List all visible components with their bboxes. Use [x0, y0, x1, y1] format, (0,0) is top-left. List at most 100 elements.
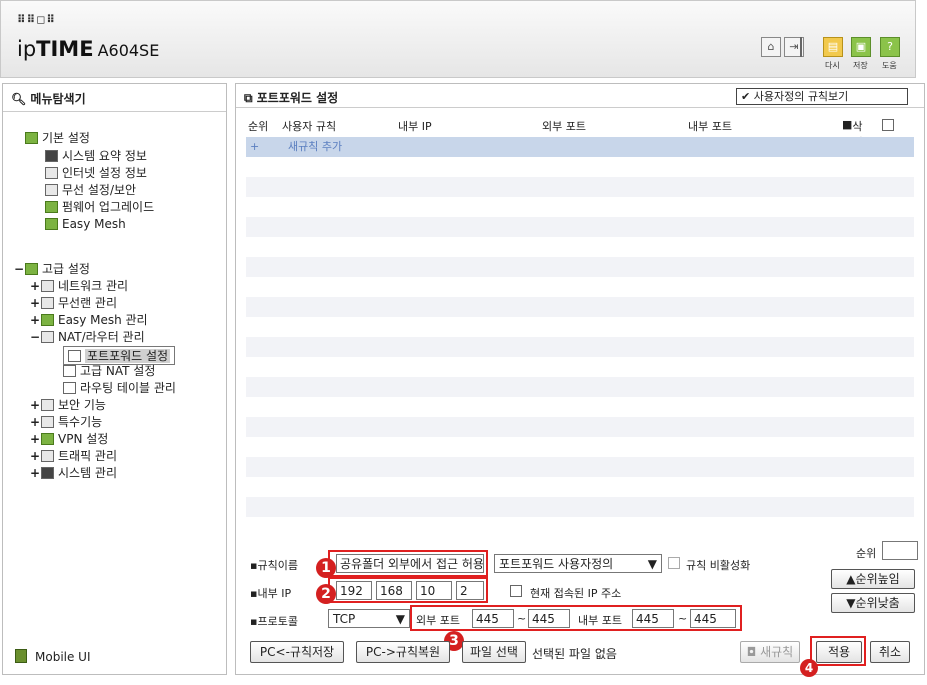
help-icon[interactable]: ? — [880, 37, 900, 57]
folder-icon — [25, 263, 38, 275]
highlight-box-2 — [328, 577, 488, 603]
home-icon[interactable]: ⌂ — [761, 37, 781, 57]
lock-icon — [41, 399, 54, 411]
search-icon: 🔍︎ — [11, 92, 27, 106]
mobile-icon — [15, 649, 27, 663]
delete-all-checkbox[interactable] — [882, 119, 894, 131]
tree-item-wireless[interactable]: 무선 설정/보안 — [45, 182, 136, 198]
rule-type-select[interactable]: 포트포워드 사용자정의 ▼ — [494, 554, 662, 573]
tree-item-wlan[interactable]: + 무선랜 관리 — [29, 295, 117, 311]
tree-item-system-summary[interactable]: 시스템 요약 정보 — [45, 148, 147, 164]
help-label: 도움 — [882, 61, 897, 70]
view-select[interactable]: ✔ 사용자정의 규칙보기 — [736, 88, 908, 105]
tree-item-traffic[interactable]: + 트래픽 관리 — [29, 448, 117, 464]
rule-name-label: ▪규칙이름 — [250, 559, 298, 572]
tree-item-security[interactable]: + 보안 기능 — [29, 397, 106, 413]
col-internal-port: 내부 포트 — [688, 120, 732, 133]
order-input[interactable] — [882, 541, 918, 560]
ext-port-to[interactable]: 445 — [528, 609, 570, 628]
plus-icon: + — [250, 140, 260, 153]
divider — [800, 37, 802, 57]
save-icon[interactable]: ▣ — [851, 37, 871, 57]
table-row — [246, 157, 914, 177]
highlight-box-1 — [328, 550, 488, 577]
ext-port-from[interactable]: 445 — [472, 609, 514, 628]
disable-rule-label: 규칙 비활성화 — [686, 559, 751, 572]
sidebar-header: 🔍︎ 메뉴탐색기 — [3, 84, 226, 112]
upgrade-icon — [45, 201, 58, 213]
table-row — [246, 377, 914, 397]
page-icon — [63, 365, 76, 377]
order-down-button[interactable]: ▼순위낮춤 — [831, 593, 915, 613]
page-icon — [68, 350, 81, 362]
table-row — [246, 417, 914, 437]
col-internal-ip: 내부 IP — [398, 120, 432, 133]
protocol-select[interactable]: TCP ▼ — [328, 609, 410, 628]
wifi-icon — [41, 297, 54, 309]
model-name: A604SE — [97, 41, 160, 60]
mobile-ui-link[interactable]: Mobile UI — [15, 649, 91, 664]
order-up-button[interactable]: ▲순위높임 — [831, 569, 915, 589]
monitor-icon — [45, 167, 58, 179]
sidebar-title: 메뉴탐색기 — [30, 92, 86, 106]
table-row — [246, 357, 914, 377]
step-badge-1: 1 — [316, 558, 336, 578]
cancel-button[interactable]: 취소 — [870, 641, 910, 663]
mesh-icon — [41, 314, 54, 326]
chart-icon — [45, 150, 58, 162]
header-bar: ⠿⠿◻⠿ ipTIME A604SE ⌂ ⇥ ▤ 다시 ▣ 저장 ? 도움 — [0, 0, 916, 78]
external-port-label: 외부 포트 — [416, 614, 460, 627]
tree-item-system[interactable]: + 시스템 관리 — [29, 465, 117, 481]
current-ip-checkbox[interactable] — [510, 585, 522, 597]
restore-rules-button[interactable]: PC->규칙복원 — [356, 641, 450, 663]
order-label: 순위 — [856, 547, 877, 560]
file-select-button[interactable]: 파일 선택 — [462, 641, 526, 663]
tree-item-nat[interactable]: − NAT/라우터 관리 — [29, 329, 145, 345]
panel-header: ⧉ 포트포워드 설정 ✔ 사용자정의 규칙보기 — [236, 84, 924, 108]
tree-item-routing-table[interactable]: 라우팅 테이블 관리 — [63, 380, 176, 396]
page-title: 포트포워드 설정 — [256, 91, 339, 105]
range-tilde: ~ — [678, 612, 688, 625]
table-row — [246, 237, 914, 257]
chevron-down-icon: ✔ — [741, 90, 754, 103]
col-order: 순위 — [248, 120, 269, 133]
table-row — [246, 177, 914, 197]
tree-item-firmware[interactable]: 펌웨어 업그레이드 — [45, 199, 154, 215]
router-icon — [41, 331, 54, 343]
col-delete: ■삭제 — [842, 118, 863, 149]
sidebar: 🔍︎ 메뉴탐색기 기본 설정 시스템 요약 정보 인터넷 설정 정보 무선 설정… — [2, 83, 227, 675]
chevron-down-icon: ▼ — [395, 612, 405, 626]
save-label: 저장 — [853, 61, 868, 70]
new-rule-button[interactable]: ◘ 새규칙 — [740, 641, 800, 663]
folder-icon — [25, 132, 38, 144]
table-row — [246, 217, 914, 237]
reload-icon[interactable]: ▤ — [823, 37, 843, 57]
tree-advanced[interactable]: − 고급 설정 — [13, 261, 90, 277]
col-rule: 사용자 규칙 — [282, 120, 337, 133]
int-port-from[interactable]: 445 — [632, 609, 674, 628]
int-port-to[interactable]: 445 — [690, 609, 736, 628]
disable-rule-checkbox[interactable] — [668, 557, 680, 569]
tree-item-vpn[interactable]: + VPN 설정 — [29, 431, 108, 447]
table-row — [246, 457, 914, 477]
tree-item-easymesh[interactable]: Easy Mesh — [45, 216, 126, 232]
mesh-icon — [45, 218, 58, 230]
tree-basic[interactable]: 기본 설정 — [25, 130, 90, 146]
network-icon — [41, 280, 54, 292]
step-badge-4: 4 — [800, 659, 818, 677]
tree-item-easymesh-mgmt[interactable]: + Easy Mesh 관리 — [29, 312, 148, 328]
vpn-icon — [41, 433, 54, 445]
internal-port-label: 내부 포트 — [578, 614, 622, 627]
tree-item-internet-info[interactable]: 인터넷 설정 정보 — [45, 165, 147, 181]
table-row — [246, 477, 914, 497]
table-row — [246, 497, 914, 517]
tree-item-advanced-nat[interactable]: 고급 NAT 설정 — [63, 363, 155, 379]
add-rule-row[interactable]: + 새규칙 추가 — [246, 137, 914, 157]
portforward-icon: ⧉ — [244, 91, 253, 105]
table-header: 순위 사용자 규칙 내부 IP 외부 포트 내부 포트 ■삭제 — [246, 118, 918, 149]
backup-rules-button[interactable]: PC<-규칙저장 — [250, 641, 344, 663]
rule-table: + 새규칙 추가 — [246, 137, 914, 532]
tree-item-network[interactable]: + 네트워크 관리 — [29, 278, 128, 294]
tree-item-special[interactable]: + 특수기능 — [29, 414, 102, 430]
new-icon: ◘ — [746, 645, 761, 659]
